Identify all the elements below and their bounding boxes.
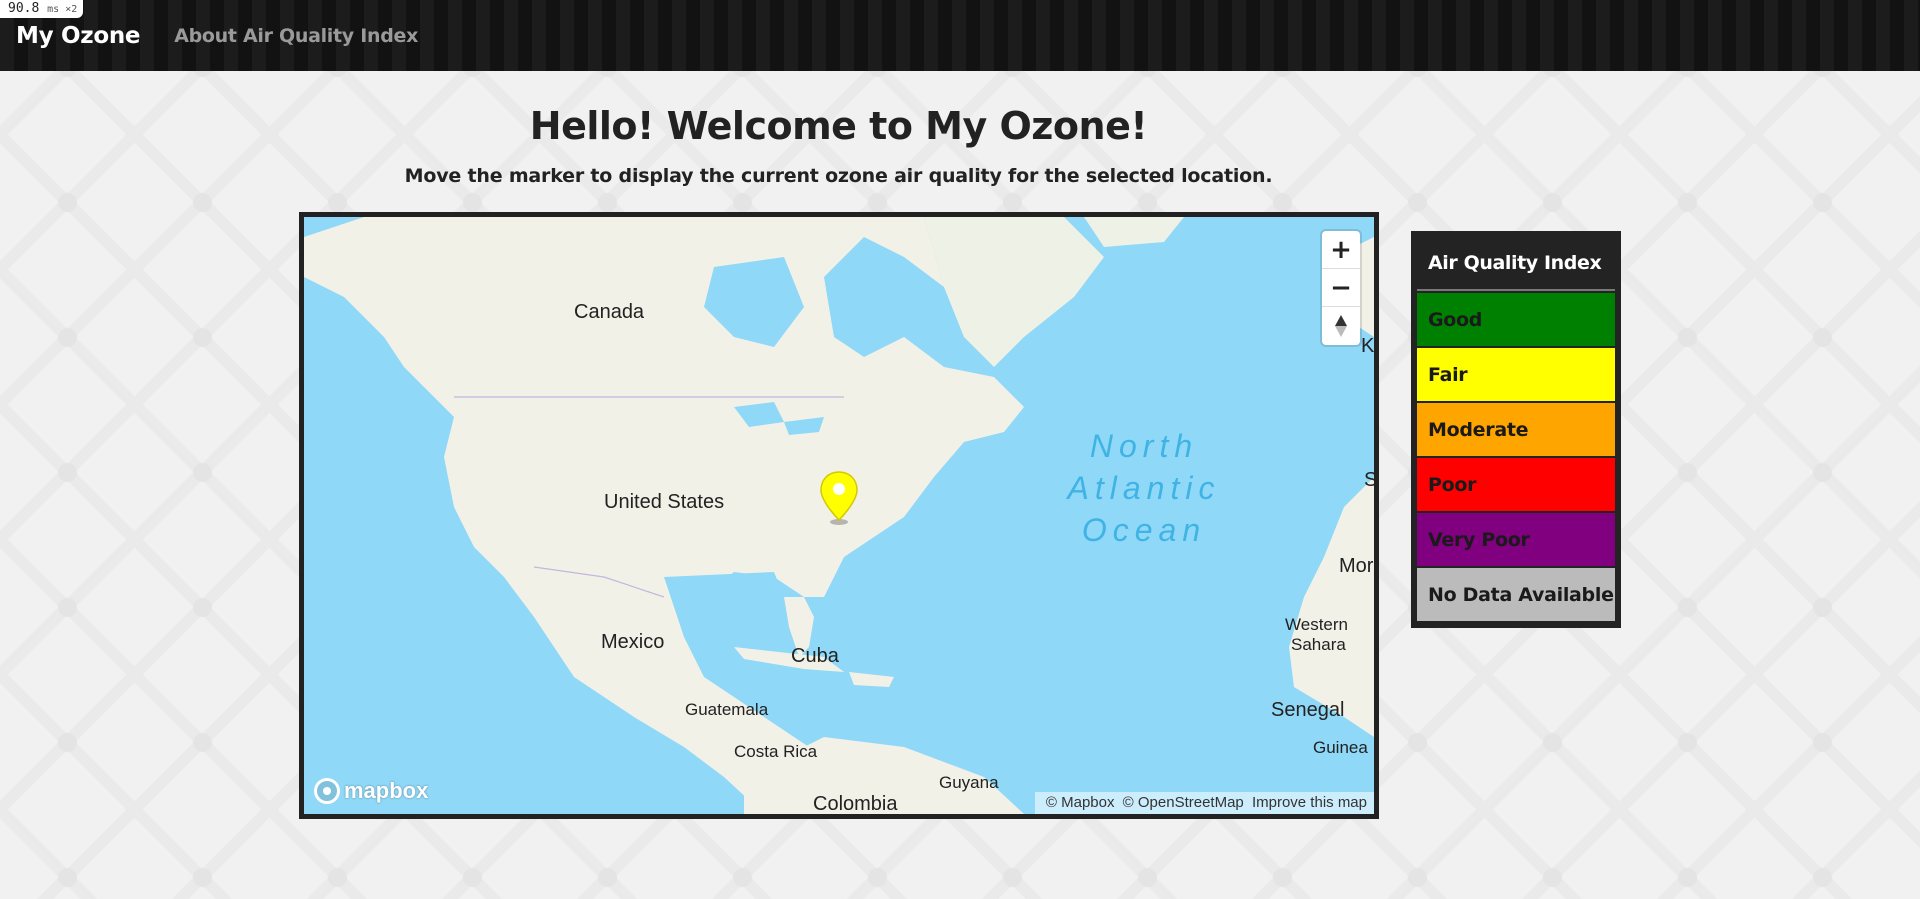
map-label-mexico: Mexico	[601, 631, 665, 653]
top-navbar: My Ozone About Air Quality Index	[0, 0, 1920, 71]
map-label-colombia: Colombia	[813, 793, 898, 814]
ocean-label-line-2: Atlantic	[1067, 470, 1221, 506]
map-navigation-controls: + −	[1322, 231, 1360, 345]
aqi-legend: Air Quality Index Good Fair Moderate Poor Ve…	[1411, 231, 1621, 628]
location-marker[interactable]	[819, 470, 859, 526]
legend-items: Good Fair Moderate Poor Very Poor No Data Ava…	[1417, 293, 1615, 621]
mapbox-logo-icon	[314, 778, 340, 804]
map-label-united-states: United States	[604, 491, 725, 513]
legend-item-no-data-available: No Data Available	[1417, 568, 1615, 621]
compass-south-icon	[1335, 326, 1347, 337]
perf-overlay: 90.8 ms ×2	[0, 0, 84, 18]
map-frame: Canada United States Mexico Cuba Guatema…	[299, 212, 1379, 819]
legend-item-moderate: Moderate	[1417, 403, 1615, 456]
legend-item-very-poor: Very Poor	[1417, 513, 1615, 566]
map-label-k: K	[1361, 335, 1374, 357]
map-label-north-atlantic-ocean: North Atlantic Ocean	[1044, 425, 1244, 551]
nav-link-about-aqi[interactable]: About Air Quality Index	[174, 25, 418, 47]
map-label-canada: Canada	[574, 301, 645, 323]
map-label-senegal: Senegal	[1271, 699, 1345, 721]
zoom-out-button[interactable]: −	[1322, 269, 1360, 307]
map-label-s: S	[1364, 469, 1374, 491]
page-subtitle: Move the marker to display the current o…	[404, 165, 1273, 187]
map-label-mor: Mor	[1339, 555, 1374, 577]
page-title: Hello! Welcome to My Ozone!	[529, 104, 1148, 148]
map[interactable]: Canada United States Mexico Cuba Guatema…	[304, 217, 1374, 814]
ocean-label-line-1: North	[1089, 428, 1199, 464]
reset-bearing-button[interactable]	[1322, 307, 1360, 345]
zoom-in-button[interactable]: +	[1322, 231, 1360, 269]
legend-title: Air Quality Index	[1417, 237, 1615, 291]
map-attribution: © Mapbox © OpenStreetMap Improve this ma…	[1034, 792, 1374, 814]
brand-link[interactable]: My Ozone	[16, 23, 141, 49]
ocean-label-line-3: Ocean	[1081, 512, 1207, 548]
legend-item-poor: Poor	[1417, 458, 1615, 511]
attribution-osm-link[interactable]: © OpenStreetMap	[1123, 794, 1244, 811]
compass-north-icon	[1335, 315, 1347, 326]
map-label-guyana: Guyana	[939, 773, 999, 792]
legend-item-good: Good	[1417, 293, 1615, 346]
perf-unit: ms ×2	[47, 4, 78, 15]
map-label-guinea: Guinea	[1313, 738, 1368, 757]
perf-value: 90.8	[8, 1, 40, 16]
map-label-sahara: Sahara	[1291, 635, 1346, 654]
map-label-cuba: Cuba	[791, 645, 839, 667]
map-label-western: Western	[1285, 615, 1348, 634]
mapbox-logo[interactable]: mapbox	[314, 778, 428, 804]
mapbox-logo-text: mapbox	[344, 778, 429, 803]
map-label-guatemala: Guatemala	[685, 700, 769, 719]
legend-item-fair: Fair	[1417, 348, 1615, 401]
attribution-improve-link[interactable]: Improve this map	[1252, 794, 1367, 811]
map-label-costa-rica: Costa Rica	[734, 742, 818, 761]
attribution-mapbox-link[interactable]: © Mapbox	[1046, 794, 1115, 811]
